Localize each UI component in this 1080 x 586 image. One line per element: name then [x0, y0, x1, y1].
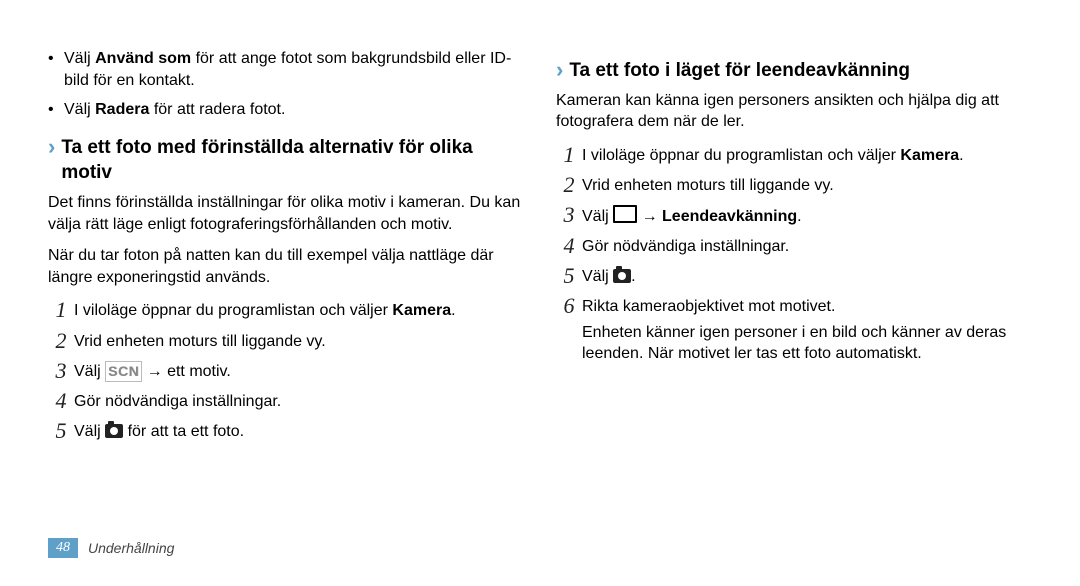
- step-text: Välj: [582, 268, 613, 285]
- chevron-icon: ›: [556, 59, 563, 81]
- bullet-item: Välj Radera för att radera fotot.: [48, 99, 524, 121]
- right-column: › Ta ett foto i läget för leendeavkännin…: [556, 48, 1032, 449]
- footer-section-label: Underhållning: [88, 540, 174, 556]
- step-number: 1: [556, 143, 582, 167]
- camera-icon: [105, 424, 123, 438]
- chevron-icon: ›: [48, 136, 55, 158]
- heading-text: Ta ett foto med förinställda alternativ …: [61, 135, 524, 186]
- step-number: 1: [48, 298, 74, 322]
- step-text-bold: Leendeavkänning: [662, 208, 797, 225]
- step-text: Välj: [74, 423, 105, 440]
- step-text: Rikta kameraobjektivet mot motivet.: [582, 298, 835, 315]
- step-text-extra: Enheten känner igen personer i en bild o…: [582, 324, 1006, 363]
- step-item: 4 Gör nödvändiga inställningar.: [48, 389, 524, 413]
- step-text: Vrid enheten moturs till liggande vy.: [582, 173, 1032, 197]
- intro-bullets: Välj Använd som för att ange fotot som b…: [48, 48, 524, 121]
- step-item: 1 I viloläge öppnar du programlistan och…: [556, 143, 1032, 167]
- step-text: Vrid enheten moturs till liggande vy.: [74, 329, 524, 353]
- step-number: 6: [556, 294, 582, 318]
- step-number: 4: [48, 389, 74, 413]
- step-text: Välj: [582, 208, 613, 225]
- step-text: .: [631, 268, 635, 285]
- step-text: → ett motiv.: [142, 363, 231, 380]
- page-number: 48: [48, 538, 78, 558]
- step-text: .: [797, 208, 801, 225]
- left-column: Välj Använd som för att ange fotot som b…: [48, 48, 524, 449]
- step-number: 4: [556, 234, 582, 258]
- menu-icon: [613, 205, 637, 223]
- heading-text: Ta ett foto i läget för leendeavkänning: [569, 58, 910, 84]
- step-number: 2: [48, 329, 74, 353]
- bullet-text-pre: Välj: [64, 50, 95, 67]
- step-item: 2 Vrid enheten moturs till liggande vy.: [556, 173, 1032, 197]
- step-text: Välj: [74, 363, 105, 380]
- paragraph: När du tar foton på natten kan du till e…: [48, 245, 524, 288]
- paragraph: Kameran kan känna igen personers ansikte…: [556, 90, 1032, 133]
- bullet-text-pre: Välj: [64, 101, 95, 118]
- bullet-text-bold: Radera: [95, 101, 149, 118]
- step-item: 3 Välj SCN → ett motiv.: [48, 359, 524, 383]
- bullet-text-post: för att radera fotot.: [149, 101, 285, 118]
- step-text: för att ta ett foto.: [123, 423, 244, 440]
- paragraph: Det finns förinställda inställningar för…: [48, 192, 524, 235]
- step-item: 5 Välj för att ta ett foto.: [48, 419, 524, 443]
- steps-list: 1 I viloläge öppnar du programlistan och…: [556, 143, 1032, 365]
- section-heading: › Ta ett foto med förinställda alternati…: [48, 135, 524, 186]
- page-footer: 48 Underhållning: [48, 538, 174, 558]
- scn-icon: SCN: [105, 361, 142, 382]
- step-number: 5: [48, 419, 74, 443]
- step-text: Gör nödvändiga inställningar.: [74, 389, 524, 413]
- step-item: 5 Välj .: [556, 264, 1032, 288]
- step-text: I viloläge öppnar du programlistan och v…: [74, 302, 392, 319]
- step-number: 2: [556, 173, 582, 197]
- step-text-bold: Kamera: [900, 147, 959, 164]
- steps-list: 1 I viloläge öppnar du programlistan och…: [48, 298, 524, 443]
- step-item: 2 Vrid enheten moturs till liggande vy.: [48, 329, 524, 353]
- step-item: 3 Välj → Leendeavkänning.: [556, 203, 1032, 228]
- step-number: 3: [556, 203, 582, 227]
- step-text: .: [959, 147, 963, 164]
- step-text: →: [637, 208, 662, 225]
- step-item: 4 Gör nödvändiga inställningar.: [556, 234, 1032, 258]
- step-text: Gör nödvändiga inställningar.: [582, 234, 1032, 258]
- bullet-item: Välj Använd som för att ange fotot som b…: [48, 48, 524, 91]
- step-text-bold: Kamera: [392, 302, 451, 319]
- step-item: 1 I viloläge öppnar du programlistan och…: [48, 298, 524, 322]
- step-item: 6 Rikta kameraobjektivet mot motivet. En…: [556, 294, 1032, 365]
- step-number: 5: [556, 264, 582, 288]
- bullet-text-bold: Använd som: [95, 50, 191, 67]
- step-number: 3: [48, 359, 74, 383]
- step-text: I viloläge öppnar du programlistan och v…: [582, 147, 900, 164]
- camera-icon: [613, 269, 631, 283]
- step-text: .: [451, 302, 455, 319]
- section-heading: › Ta ett foto i läget för leendeavkännin…: [556, 58, 1032, 84]
